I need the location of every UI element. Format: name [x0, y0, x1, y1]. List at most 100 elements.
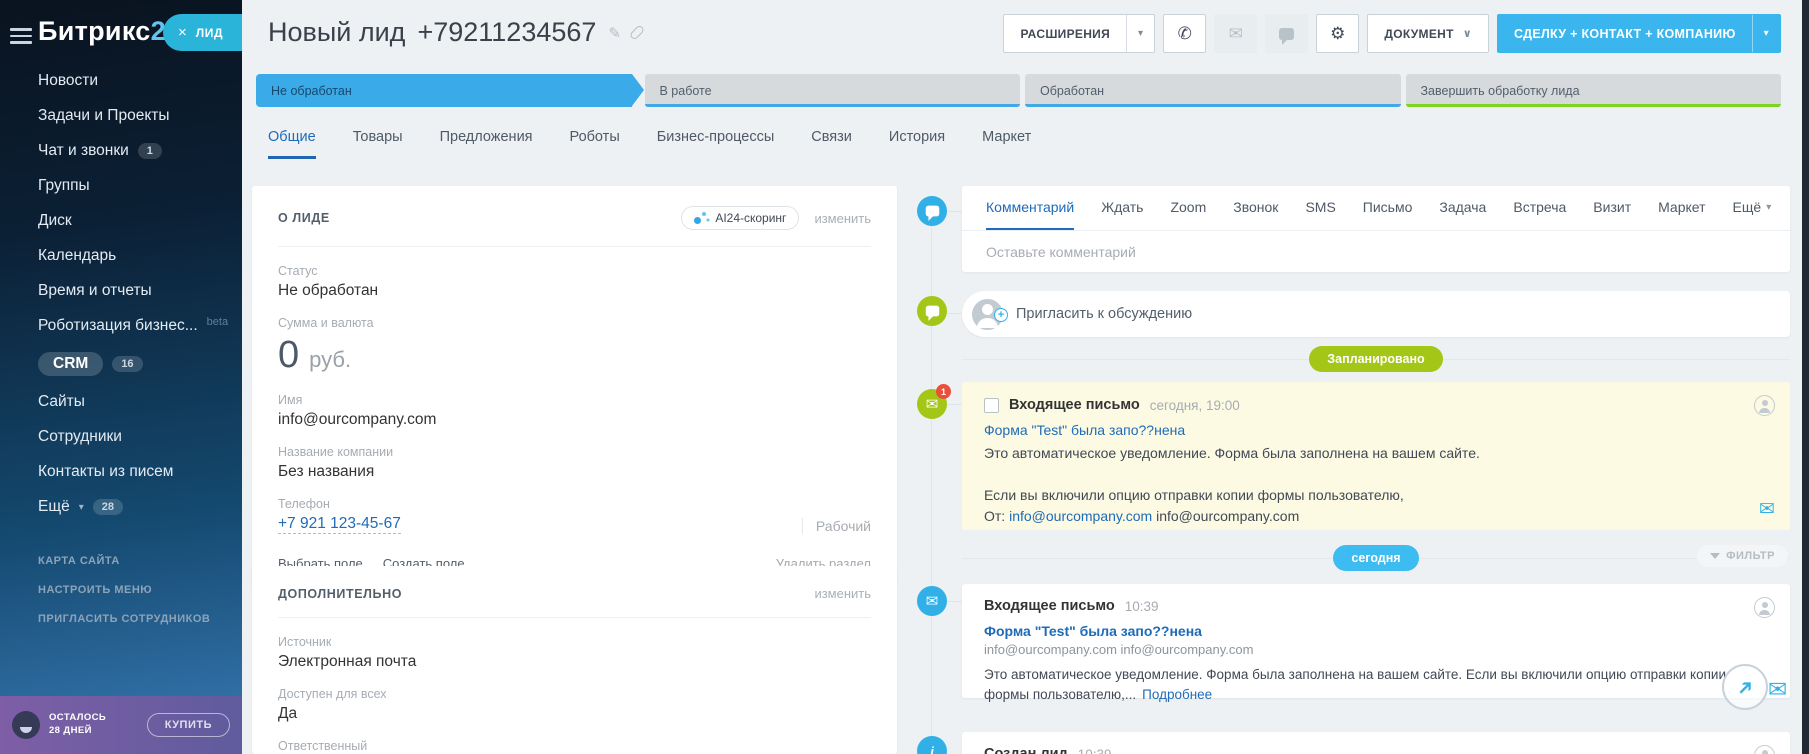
- invite-discussion-row[interactable]: + Пригласить к обсуждению: [962, 291, 1790, 337]
- close-icon[interactable]: ×: [178, 25, 187, 40]
- trial-timer-icon: [12, 711, 40, 739]
- edit-additional-link[interactable]: изменить: [814, 586, 871, 601]
- history-item-subject-link[interactable]: Форма "Test" была запо??нена: [984, 623, 1768, 639]
- sidebar-footer: КАРТА САЙТА НАСТРОИТЬ МЕНЮ ПРИГЛАСИТЬ СО…: [38, 555, 210, 642]
- settings-button[interactable]: ⚙: [1316, 14, 1359, 53]
- stage-finish[interactable]: Завершить обработку лида: [1406, 74, 1782, 107]
- document-button[interactable]: ДОКУМЕНТ∨: [1367, 14, 1489, 53]
- participant-avatar-icon[interactable]: [1754, 597, 1775, 618]
- planned-email-timeline-icon: ✉ 1: [917, 389, 947, 419]
- planned-item-subject-link[interactable]: Форма "Test" была запо??нена: [984, 422, 1768, 438]
- extensions-button[interactable]: РАСШИРЕНИЯ ▾: [1003, 14, 1155, 53]
- ai-scoring-icon: [694, 212, 708, 225]
- reply-mail-icon[interactable]: ✉: [1759, 498, 1775, 521]
- tl-tab-meeting[interactable]: Встреча: [1513, 186, 1566, 230]
- tl-tab-visit[interactable]: Визит: [1593, 186, 1631, 230]
- sidebar-item-mail-contacts[interactable]: Контакты из писем: [38, 463, 234, 481]
- chat-button[interactable]: [1265, 14, 1308, 53]
- quick-send-button[interactable]: ➔: [1722, 664, 1768, 710]
- tab-general[interactable]: Общие: [268, 126, 316, 159]
- lead-title-number: +79211234567: [417, 17, 596, 48]
- unread-count-badge: 1: [936, 384, 951, 399]
- sidebar-item-more[interactable]: Ещё▾28: [38, 498, 234, 516]
- tl-tab-call[interactable]: Звонок: [1233, 186, 1278, 230]
- sidebar-item-tasks[interactable]: Задачи и Проекты: [38, 107, 234, 125]
- sidebar-item-calendar[interactable]: Календарь: [38, 247, 234, 265]
- info-timeline-icon: i: [917, 736, 947, 754]
- stage-in-progress[interactable]: В работе: [645, 74, 1021, 107]
- compose-mail-icon[interactable]: ✉: [1768, 676, 1787, 703]
- tl-tab-comment[interactable]: Комментарий: [986, 186, 1074, 230]
- sidebar-item-crm[interactable]: CRM16: [38, 352, 234, 376]
- tab-quotes[interactable]: Предложения: [440, 126, 533, 159]
- create-deal-contact-company-button[interactable]: СДЕЛКУ + КОНТАКТ + КОМПАНИЮ ▾: [1497, 14, 1781, 53]
- about-card-title: О ЛИДЕ: [278, 211, 330, 225]
- add-user-icon: +: [972, 299, 1003, 330]
- buy-button[interactable]: КУПИТЬ: [147, 713, 230, 737]
- lead-slider-tag[interactable]: × ЛИД: [163, 14, 242, 51]
- tl-tab-market[interactable]: Маркет: [1658, 186, 1705, 230]
- trial-bar: ОСТАЛОСЬ 28 ДНЕЙ КУПИТЬ: [0, 696, 242, 754]
- from-email-link[interactable]: info@ourcompany.com: [1009, 508, 1152, 524]
- sidebar-item-time[interactable]: Время и отчеты: [38, 282, 234, 300]
- amount-field: Сумма и валюта 0 руб.: [278, 316, 871, 377]
- status-field: Статус Не обработан: [278, 264, 871, 300]
- invite-employees-link[interactable]: ПРИГЛАСИТЬ СОТРУДНИКОВ: [38, 613, 210, 625]
- filter-button[interactable]: ФИЛЬТР: [1697, 545, 1788, 567]
- chat-badge: 1: [138, 143, 162, 159]
- tl-tab-email[interactable]: Письмо: [1363, 186, 1413, 230]
- copy-link-icon[interactable]: [629, 24, 645, 40]
- logo[interactable]: Битрикс24: [38, 16, 181, 47]
- sidebar-item-groups[interactable]: Группы: [38, 177, 234, 195]
- sidebar-item-employees[interactable]: Сотрудники: [38, 428, 234, 446]
- tl-tab-wait[interactable]: Ждать: [1101, 186, 1143, 230]
- more-link[interactable]: Подробнее: [1142, 687, 1212, 702]
- sidebar-item-sites[interactable]: Сайты: [38, 393, 234, 411]
- ai-scoring-button[interactable]: AI24-скоринг: [681, 206, 799, 230]
- sidebar-item-chat[interactable]: Чат и звонки1: [38, 142, 234, 160]
- additional-card: ДОПОЛНИТЕЛЬНО изменить Источник Электрон…: [252, 566, 897, 754]
- stage-not-processed[interactable]: Не обработан: [256, 74, 632, 107]
- phone-number-link[interactable]: +7 921 123-45-67: [278, 515, 401, 534]
- invite-label: Пригласить к обсуждению: [1016, 306, 1192, 322]
- stage-processed[interactable]: Обработан: [1025, 74, 1401, 107]
- tab-bizproc[interactable]: Бизнес-процессы: [657, 126, 775, 159]
- comment-timeline-icon: [917, 196, 947, 226]
- sidebar-item-rpa[interactable]: Роботизация бизнес...beta: [38, 317, 234, 335]
- tab-products[interactable]: Товары: [353, 126, 403, 159]
- today-badge: сегодня: [1333, 545, 1418, 571]
- sitemap-link[interactable]: КАРТА САЙТА: [38, 555, 210, 567]
- planned-item-title: Входящее письмо: [1009, 397, 1140, 413]
- edit-about-link[interactable]: изменить: [814, 211, 871, 226]
- company-field: Название компании Без названия: [278, 445, 871, 481]
- email-button[interactable]: ✉: [1214, 14, 1257, 53]
- comment-input[interactable]: Оставьте комментарий: [962, 231, 1790, 272]
- extensions-dropdown[interactable]: ▾: [1126, 15, 1154, 52]
- call-button[interactable]: ✆: [1163, 14, 1206, 53]
- sidebar-item-news[interactable]: Новости: [38, 72, 234, 90]
- about-lead-card: О ЛИДЕ AI24-скоринг изменить Статус Не о…: [252, 186, 897, 588]
- complete-checkbox[interactable]: [984, 398, 999, 413]
- sidebar-menu: Новости Задачи и Проекты Чат и звонки1 Г…: [38, 72, 234, 533]
- tl-tab-sms[interactable]: SMS: [1305, 186, 1335, 230]
- tl-tab-more[interactable]: Ещё▾: [1733, 186, 1772, 230]
- participant-avatar-icon[interactable]: [1754, 395, 1775, 416]
- create-dropdown[interactable]: ▾: [1752, 15, 1780, 52]
- sidebar-item-disk[interactable]: Диск: [38, 212, 234, 230]
- tab-history[interactable]: История: [889, 126, 945, 159]
- edit-title-icon[interactable]: ✎: [608, 24, 621, 42]
- tab-links[interactable]: Связи: [811, 126, 852, 159]
- tab-market[interactable]: Маркет: [982, 126, 1031, 159]
- additional-card-title: ДОПОЛНИТЕЛЬНО: [278, 587, 402, 601]
- configure-menu-link[interactable]: НАСТРОИТЬ МЕНЮ: [38, 584, 210, 596]
- lead-created-item: Создан лид 10:39: [962, 732, 1790, 754]
- hamburger-menu-icon[interactable]: [10, 28, 32, 44]
- tab-robots[interactable]: Роботы: [570, 126, 620, 159]
- participant-avatar-icon[interactable]: [1754, 745, 1775, 754]
- tl-tab-task[interactable]: Задача: [1439, 186, 1486, 230]
- chevron-down-icon: ▾: [1766, 202, 1771, 213]
- chat-icon: [1279, 28, 1294, 40]
- phone-field: Телефон +7 921 123-45-67 Рабочий: [278, 497, 871, 534]
- email-timeline-icon: ✉: [917, 586, 947, 616]
- tl-tab-zoom[interactable]: Zoom: [1170, 186, 1206, 230]
